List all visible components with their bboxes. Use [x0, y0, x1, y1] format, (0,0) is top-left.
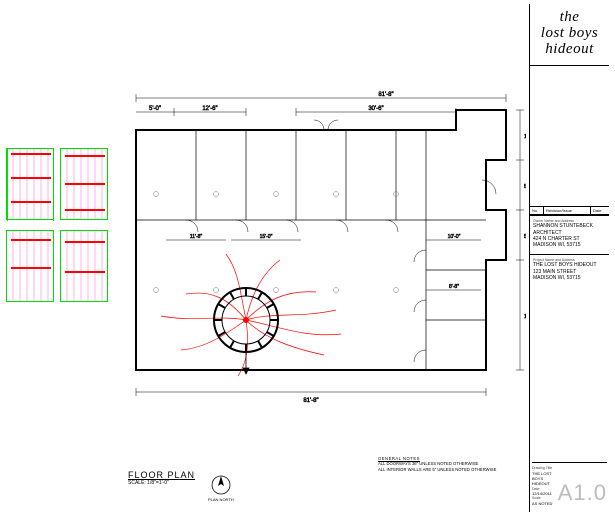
north-arrow-icon: [210, 474, 232, 496]
sheet-info: Drawing Title THE LOST BOYS HIDEOUT Date…: [532, 462, 607, 506]
tree-feature: [161, 254, 341, 376]
dim-north-b: 12'-6": [202, 106, 217, 112]
dim-east-b: 5'-0": [524, 184, 526, 190]
dim-east-d: 10'-0": [524, 314, 526, 320]
revision-table-empty: [530, 66, 609, 206]
dim-south-overall: 81'-8": [303, 398, 318, 404]
rev-col-desc: Revision/Issue: [544, 207, 591, 214]
dim-north-overall: 81'-8": [378, 92, 393, 98]
title-line-3: hideout: [532, 42, 607, 58]
title-block: the lost boys hideout No. Revision/Issue…: [529, 4, 609, 512]
project-addr2: MADISON WI, 53715: [533, 275, 606, 281]
revision-header: No. Revision/Issue Date: [530, 206, 609, 215]
title-line-1: the: [532, 10, 607, 26]
floor-plan-title: FLOOR PLAN: [128, 470, 195, 480]
dim-int-a: 11'-8": [190, 234, 203, 240]
drawing-label: FLOOR PLAN SCALE: 1/8"=1'-0": [128, 470, 195, 486]
title-line-2: lost boys: [532, 26, 607, 42]
owner-addr2: MADISON WI, 53715: [533, 242, 606, 248]
owner-block: Owner Name and Address SHANNON STUNTEBEC…: [530, 215, 609, 254]
detail-a: [6, 148, 54, 220]
detail-b: [60, 148, 108, 220]
north-arrow: PLAN NORTH: [208, 474, 234, 502]
drawing-area: 81'-8" 5'-0" 12'-6" 30'-6" 81'-8" 50'-0"…: [0, 0, 528, 518]
detail-thumbnails: [6, 148, 111, 308]
floor-plan-scale: SCALE: 1/8"=1'-0": [128, 480, 195, 486]
sheet-scale: AS NOTED: [532, 501, 554, 506]
detail-c: [6, 230, 54, 302]
dim-int-d: 8'-8": [449, 284, 459, 290]
north-label: PLAN NORTH: [208, 497, 234, 502]
dim-east-a: 10'-0": [524, 134, 526, 140]
dim-north-c: 30'-6": [368, 106, 383, 112]
sheet-number: A1.0: [558, 480, 607, 506]
project-name: THE LOST BOYS HIDEOUT: [533, 262, 606, 268]
rev-col-num: No.: [530, 207, 544, 214]
floor-plan: 81'-8" 5'-0" 12'-6" 30'-6" 81'-8" 50'-0"…: [126, 90, 526, 450]
general-notes: GENERAL NOTES ALL DOORWAYS 36" UNLESS NO…: [378, 456, 496, 472]
project-block: Project Name and Address THE LOST BOYS H…: [530, 254, 609, 287]
detail-d: [60, 230, 108, 302]
general-note-2: ALL INTERIOR WALLS ARE 5" UNLESS NOTED O…: [378, 467, 496, 472]
dim-int-c: 10'-0": [448, 234, 461, 240]
drawing-title: THE LOST BOYS HIDEOUT: [532, 471, 554, 487]
dim-north-a: 5'-0": [149, 106, 161, 112]
dim-int-b: 15'-0": [260, 234, 273, 240]
project-title: the lost boys hideout: [530, 4, 609, 57]
rev-col-date: Date: [591, 207, 609, 214]
dim-east-c: 5'-0": [524, 234, 526, 240]
